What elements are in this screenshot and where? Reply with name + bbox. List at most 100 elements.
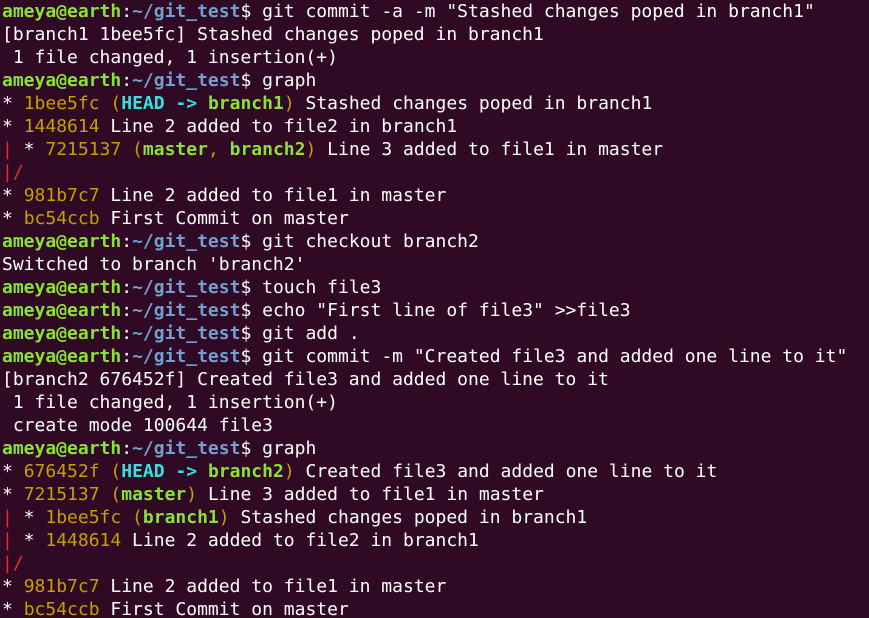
terminal-line: create mode 100644 file3 <box>2 414 869 437</box>
prompt-path: ~/git_test <box>132 300 241 321</box>
prompt-path: ~/git_test <box>132 277 241 298</box>
prompt-user-host: ameya@earth <box>2 323 122 344</box>
terminal-line: * bc54ccb First Commit on master <box>2 598 869 618</box>
commit-message: First Commit on master <box>99 599 349 618</box>
commit-hash: 1448614 <box>45 530 122 551</box>
terminal-line: | * 1448614 Line 2 added to file2 in bra… <box>2 529 869 552</box>
ref-open-paren: ( <box>99 461 122 482</box>
terminal-line: 1 file changed, 1 insertion(+) <box>2 391 869 414</box>
prompt-user-host: ameya@earth <box>2 346 122 367</box>
head-ref-label: HEAD <box>121 461 165 482</box>
prompt-separator: : <box>121 277 133 298</box>
commit-message: Line 2 added to file2 in branch1 <box>121 530 479 551</box>
graph-commit-marker: * <box>2 484 24 505</box>
prompt-path: ~/git_test <box>132 70 241 91</box>
ref-close-paren: ) <box>305 139 317 160</box>
graph-branch-line: | <box>2 507 13 528</box>
ref-close-paren: ) <box>283 461 295 482</box>
ref-arrow: -> <box>164 461 208 482</box>
terminal-line: 1 file changed, 1 insertion(+) <box>2 46 869 69</box>
prompt-user-host: ameya@earth <box>2 438 122 459</box>
terminal-line: |/ <box>2 161 869 184</box>
command-text: git commit -a -m "Stashed changes poped … <box>251 1 815 22</box>
branch-ref-label: master <box>121 484 187 505</box>
prompt-dollar: $ <box>240 300 252 321</box>
terminal-line: * 1bee5fc (HEAD -> branch1) Stashed chan… <box>2 92 869 115</box>
command-text: git checkout branch2 <box>251 231 479 252</box>
graph-commit-marker: * <box>2 461 24 482</box>
ref-close-paren: ) <box>186 484 198 505</box>
branch-ref-label: branch2 <box>207 461 284 482</box>
prompt-dollar: $ <box>240 1 252 22</box>
prompt-separator: : <box>121 323 133 344</box>
graph-commit-marker: * <box>2 185 24 206</box>
commit-message: Line 3 added to file1 in master <box>197 484 544 505</box>
ref-open-paren: ( <box>121 507 143 528</box>
terminal-line: ameya@earth:~/git_test$ touch file3 <box>2 276 869 299</box>
output-text: [branch1 1bee5fc] Stashed changes poped … <box>2 24 544 45</box>
command-text: graph <box>251 70 317 91</box>
prompt-path: ~/git_test <box>132 1 241 22</box>
prompt-path: ~/git_test <box>132 346 241 367</box>
output-text: [branch2 676452f] Created file3 and adde… <box>2 369 609 390</box>
prompt-separator: : <box>121 70 133 91</box>
terminal-line: |/ <box>2 552 869 575</box>
commit-message: Line 2 added to file2 in branch1 <box>99 116 458 137</box>
prompt-path: ~/git_test <box>132 438 241 459</box>
commit-message: Created file3 and added one line to it <box>294 461 718 482</box>
commit-hash: 676452f <box>23 461 100 482</box>
ref-close-paren: ) <box>218 507 230 528</box>
commit-message: Line 2 added to file1 in master <box>99 185 447 206</box>
output-text: create mode 100644 file3 <box>2 415 273 436</box>
command-text: echo "First line of file3" >>file3 <box>251 300 631 321</box>
commit-hash: 1448614 <box>23 116 100 137</box>
prompt-user-host: ameya@earth <box>2 70 122 91</box>
commit-hash: 981b7c7 <box>23 185 100 206</box>
prompt-user-host: ameya@earth <box>2 1 122 22</box>
graph-branch-line: | <box>2 530 13 551</box>
prompt-dollar: $ <box>240 346 252 367</box>
commit-hash: 981b7c7 <box>23 576 100 597</box>
prompt-separator: : <box>121 231 133 252</box>
prompt-user-host: ameya@earth <box>2 231 122 252</box>
graph-commit-marker: * <box>12 507 46 528</box>
graph-commit-marker: * <box>2 208 24 229</box>
graph-branch-line: |/ <box>2 162 24 183</box>
ref-open-paren: ( <box>99 93 122 114</box>
terminal-window[interactable]: ameya@earth:~/git_test$ git commit -a -m… <box>0 0 869 618</box>
prompt-separator: : <box>121 346 133 367</box>
commit-message: First Commit on master <box>99 208 349 229</box>
graph-commit-marker: * <box>2 93 24 114</box>
terminal-line: Switched to branch 'branch2' <box>2 253 869 276</box>
terminal-line: ameya@earth:~/git_test$ graph <box>2 437 869 460</box>
prompt-user-host: ameya@earth <box>2 277 122 298</box>
prompt-dollar: $ <box>240 277 252 298</box>
terminal-line: | * 7215137 (master, branch2) Line 3 add… <box>2 138 869 161</box>
command-text: graph <box>251 438 317 459</box>
terminal-line: * bc54ccb First Commit on master <box>2 207 869 230</box>
commit-message: Line 2 added to file1 in master <box>99 576 447 597</box>
ref-separator: , <box>207 139 230 160</box>
terminal-line: ameya@earth:~/git_test$ git commit -a -m… <box>2 0 869 23</box>
branch-ref-label: branch1 <box>142 507 219 528</box>
commit-hash: 1bee5fc <box>45 507 122 528</box>
commit-hash: bc54ccb <box>23 208 100 229</box>
graph-commit-marker: * <box>12 530 46 551</box>
output-text: Switched to branch 'branch2' <box>2 254 306 275</box>
terminal-line: ameya@earth:~/git_test$ git commit -m "C… <box>2 345 869 368</box>
prompt-dollar: $ <box>240 323 252 344</box>
commit-hash: bc54ccb <box>23 599 100 618</box>
output-text: 1 file changed, 1 insertion(+) <box>2 47 338 68</box>
terminal-line: | * 1bee5fc (branch1) Stashed changes po… <box>2 506 869 529</box>
commit-message: Stashed changes poped in branch1 <box>294 93 653 114</box>
commit-hash: 1bee5fc <box>23 93 100 114</box>
terminal-line: [branch1 1bee5fc] Stashed changes poped … <box>2 23 869 46</box>
prompt-separator: : <box>121 300 133 321</box>
graph-commit-marker: * <box>2 116 24 137</box>
prompt-dollar: $ <box>240 70 252 91</box>
output-text: 1 file changed, 1 insertion(+) <box>2 392 338 413</box>
prompt-separator: : <box>121 1 133 22</box>
branch-ref-label: master <box>142 139 208 160</box>
terminal-line: ameya@earth:~/git_test$ echo "First line… <box>2 299 869 322</box>
commit-message: Stashed changes poped in branch1 <box>229 507 588 528</box>
